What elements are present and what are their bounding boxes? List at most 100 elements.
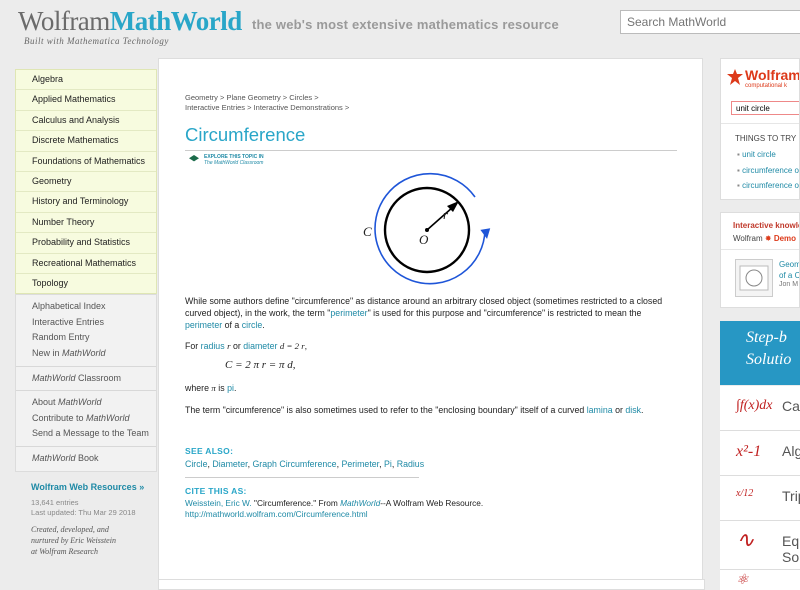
subject-physics[interactable]: ⚛ bbox=[720, 570, 800, 590]
cite-heading: CITE THIS AS: bbox=[185, 486, 247, 496]
nav-contribute[interactable]: Contribute to MathWorld bbox=[16, 411, 156, 427]
definition-paragraph: While some authors define "circumference… bbox=[185, 296, 663, 330]
left-nav: Algebra Applied Mathematics Calculus and A… bbox=[15, 69, 157, 557]
nav-topic-geometry[interactable]: Geometry bbox=[16, 172, 156, 193]
try-item[interactable]: ▪ circumference o bbox=[737, 181, 799, 190]
subject-calculus[interactable]: ∫f(x)dx Ca bbox=[720, 386, 800, 431]
site-credits: Created, developed, and nurtured by Eric… bbox=[31, 524, 116, 556]
see-also-graph-circumference[interactable]: Graph Circumference bbox=[252, 459, 336, 469]
breadcrumb-circles[interactable]: Circles bbox=[289, 93, 312, 102]
nav-topic-foundations-of-mathematics[interactable]: Foundations of Mathematics bbox=[16, 152, 156, 172]
perimeter-link-2[interactable]: perimeter bbox=[185, 320, 222, 330]
site-logo[interactable]: WolframMathWorld bbox=[18, 6, 242, 37]
site-header: WolframMathWorld Built with Mathematica … bbox=[0, 0, 800, 52]
site-tagline: Built with Mathematica Technology bbox=[24, 36, 169, 46]
site-slogan: the web's most extensive mathematics res… bbox=[252, 17, 559, 32]
subject-trigonometry[interactable]: x/12 Trip bbox=[720, 476, 800, 521]
nav-topic-algebra[interactable]: Algebra bbox=[16, 70, 156, 91]
demo-title-link[interactable]: Geom of a C bbox=[779, 259, 799, 281]
wolfram-demonstrations-logo[interactable]: Wolfram ✸ Demo bbox=[733, 234, 796, 243]
nav-random-entry[interactable]: Random Entry bbox=[16, 330, 156, 346]
see-also-perimeter[interactable]: Perimeter bbox=[341, 459, 379, 469]
see-also-diameter[interactable]: Diameter bbox=[212, 459, 247, 469]
demo-author: Jon M bbox=[779, 281, 799, 288]
see-also-radius[interactable]: Radius bbox=[397, 459, 424, 469]
try-item[interactable]: ▪ circumference o bbox=[737, 166, 799, 175]
nav-about[interactable]: About MathWorld bbox=[16, 395, 156, 411]
breadcrumb-plane-geometry[interactable]: Plane Geometry bbox=[227, 93, 281, 102]
nav-divider bbox=[16, 390, 156, 392]
breadcrumb-geometry[interactable]: Geometry bbox=[185, 93, 218, 102]
nav-topic-probability-and-statistics[interactable]: Probability and Statistics bbox=[16, 233, 156, 254]
cite-url-link[interactable]: http://mathworld.wolfram.com/Circumferen… bbox=[185, 509, 368, 519]
see-also-pi[interactable]: Pi bbox=[384, 459, 392, 469]
page-title: Circumference bbox=[185, 124, 306, 145]
radius-link[interactable]: radius bbox=[201, 341, 225, 351]
nav-topic-number-theory[interactable]: Number Theory bbox=[16, 213, 156, 234]
things-to-try-heading: THINGS TO TRY bbox=[735, 134, 797, 143]
spikey-icon: ✸ bbox=[764, 234, 772, 243]
wolfram-alpha-logo[interactable]: Wolfram bbox=[745, 67, 799, 83]
nav-topic-topology[interactable]: Topology bbox=[16, 274, 156, 293]
arc-arrowhead bbox=[480, 228, 491, 239]
wolfram-alpha-subtitle: computational k bbox=[745, 83, 788, 89]
nav-classroom[interactable]: MathWorld Classroom bbox=[16, 371, 156, 387]
wa-divider bbox=[721, 123, 799, 124]
see-also-heading: SEE ALSO: bbox=[185, 446, 234, 456]
breadcrumb-interactive-demonstrations[interactable]: Interactive Demonstrations bbox=[254, 103, 343, 112]
cite-mathworld-link[interactable]: MathWorld bbox=[340, 498, 380, 508]
circumference-equation: C = 2 π r = π d, bbox=[225, 359, 296, 371]
atom-icon: ⚛ bbox=[736, 573, 749, 588]
breadcrumb-interactive-entries[interactable]: Interactive Entries bbox=[185, 103, 245, 112]
wolfram-demonstrations-box: Interactive knowle Wolfram ✸ Demo Geom o… bbox=[720, 212, 800, 308]
demo-thumbnail[interactable] bbox=[735, 259, 773, 297]
nav-topic-discrete-mathematics[interactable]: Discrete Mathematics bbox=[16, 131, 156, 152]
nav-interactive-entries[interactable]: Interactive Entries bbox=[16, 315, 156, 331]
title-divider bbox=[185, 150, 677, 151]
cite-author-link[interactable]: Weisstein, Eric W. bbox=[185, 498, 252, 508]
demo-divider bbox=[721, 249, 799, 250]
pi-link[interactable]: pi bbox=[227, 383, 234, 393]
curve-icon: ∿ bbox=[736, 527, 755, 552]
wolfram-spikey-icon bbox=[727, 69, 743, 85]
wolfram-web-resources-link[interactable]: Wolfram Web Resources » bbox=[15, 482, 157, 492]
try-item[interactable]: ▪ unit circle bbox=[737, 150, 776, 159]
step-by-step-banner[interactable]: Step-b Solutio bbox=[720, 321, 800, 385]
subject-algebra[interactable]: x²-1 Alg bbox=[720, 431, 800, 476]
boundary-paragraph: The term "circumference" is also sometim… bbox=[185, 405, 644, 415]
circle-link[interactable]: circle bbox=[242, 320, 263, 330]
wolfram-alpha-box: Wolfram computational k THINGS TO TRY ▪ … bbox=[720, 58, 800, 200]
nav-new-in-mathworld[interactable]: New in MathWorld bbox=[16, 346, 156, 362]
interactive-knowledge-heading: Interactive knowle bbox=[733, 221, 800, 230]
polynomial-icon: x²-1 bbox=[736, 443, 762, 460]
disk-link[interactable]: disk bbox=[625, 405, 641, 415]
graduation-cap-icon bbox=[189, 155, 199, 162]
search-input[interactable] bbox=[620, 10, 800, 34]
article: Geometry > Plane Geometry > Circles > In… bbox=[158, 58, 703, 588]
circumference-figure: C r O bbox=[363, 167, 495, 287]
wolfram-alpha-input[interactable] bbox=[731, 101, 799, 115]
diameter-link[interactable]: diameter bbox=[243, 341, 277, 351]
subject-equations[interactable]: ∿ Eq So bbox=[720, 521, 800, 570]
circle-diagram bbox=[374, 172, 491, 285]
nav-topic-calculus-and-analysis[interactable]: Calculus and Analysis bbox=[16, 111, 156, 132]
label-o: O bbox=[419, 232, 429, 247]
triangle-icon: x/12 bbox=[736, 488, 754, 499]
breadcrumb: Geometry > Plane Geometry > Circles > In… bbox=[185, 93, 350, 112]
perimeter-link[interactable]: perimeter bbox=[330, 308, 367, 318]
pi-note: where π is pi. bbox=[185, 383, 237, 393]
nav-book[interactable]: MathWorld Book bbox=[16, 451, 156, 467]
section-divider bbox=[185, 477, 419, 478]
citation: Weisstein, Eric W. "Circumference." From… bbox=[185, 498, 484, 519]
site-stats: 13,641 entries Last updated: Thu Mar 29 … bbox=[15, 498, 157, 518]
see-also-circle[interactable]: Circle bbox=[185, 459, 207, 469]
entry-count: 13,641 entries bbox=[31, 497, 79, 507]
nav-topic-recreational-mathematics[interactable]: Recreational Mathematics bbox=[16, 254, 156, 274]
lamina-link[interactable]: lamina bbox=[587, 405, 613, 415]
see-also-list: Circle, Diameter, Graph Circumference, P… bbox=[185, 459, 425, 469]
nav-alphabetical-index[interactable]: Alphabetical Index bbox=[16, 299, 156, 315]
last-updated: Last updated: Thu Mar 29 2018 bbox=[31, 507, 136, 517]
nav-topic-applied-mathematics[interactable]: Applied Mathematics bbox=[16, 90, 156, 111]
nav-send-message[interactable]: Send a Message to the Team bbox=[16, 426, 156, 442]
nav-topic-history-and-terminology[interactable]: History and Terminology bbox=[16, 192, 156, 213]
